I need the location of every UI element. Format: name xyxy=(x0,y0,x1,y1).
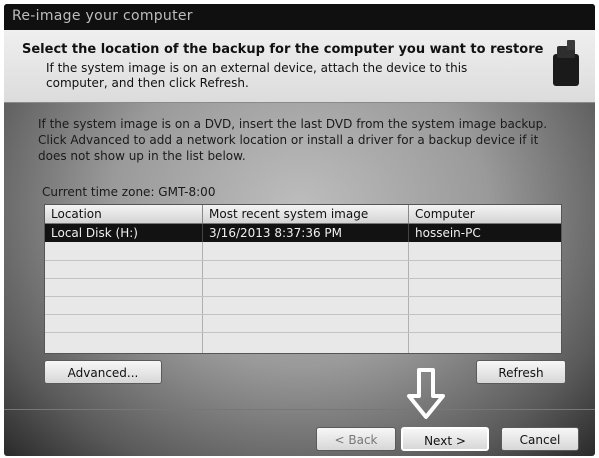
instructions-text: If the system image is on a DVD, insert … xyxy=(38,117,548,163)
column-divider xyxy=(202,242,203,353)
cell-image-date: 3/16/2013 8:37:36 PM xyxy=(202,224,408,242)
column-header-location[interactable]: Location xyxy=(45,205,202,223)
cell-computer: hossein-PC xyxy=(408,224,561,242)
column-divider xyxy=(408,242,409,353)
header-panel: Select the location of the backup for th… xyxy=(4,30,595,103)
back-button[interactable]: < Back xyxy=(316,427,396,451)
window-title: Re-image your computer xyxy=(12,8,193,24)
cell-location: Local Disk (H:) xyxy=(51,226,138,240)
footer-divider xyxy=(4,409,595,410)
column-header-image[interactable]: Most recent system image xyxy=(202,205,408,223)
backup-list[interactable]: Location Most recent system image Comput… xyxy=(44,204,562,354)
reimage-dialog: Re-image your computer Select the locati… xyxy=(4,4,595,456)
refresh-button[interactable]: Refresh xyxy=(476,360,566,384)
row-divider xyxy=(45,296,561,297)
header-subtitle: If the system image is on an external de… xyxy=(46,61,468,90)
row-divider xyxy=(45,332,561,333)
row-divider xyxy=(45,314,561,315)
cancel-button[interactable]: Cancel xyxy=(501,427,579,451)
column-header-computer[interactable]: Computer xyxy=(408,205,561,223)
table-header: Location Most recent system image Comput… xyxy=(45,205,561,224)
row-divider xyxy=(45,278,561,279)
advanced-button[interactable]: Advanced... xyxy=(44,360,162,384)
next-button[interactable]: Next > xyxy=(401,427,489,451)
header-title: Select the location of the backup for th… xyxy=(22,42,544,57)
backup-drive-icon xyxy=(553,40,579,86)
down-arrow-icon xyxy=(407,368,445,419)
row-divider xyxy=(45,260,561,261)
title-bar: Re-image your computer xyxy=(4,4,595,30)
table-row[interactable]: Local Disk (H:) 3/16/2013 8:37:36 PM hos… xyxy=(45,224,561,242)
timezone-label: Current time zone: GMT-8:00 xyxy=(42,185,216,199)
